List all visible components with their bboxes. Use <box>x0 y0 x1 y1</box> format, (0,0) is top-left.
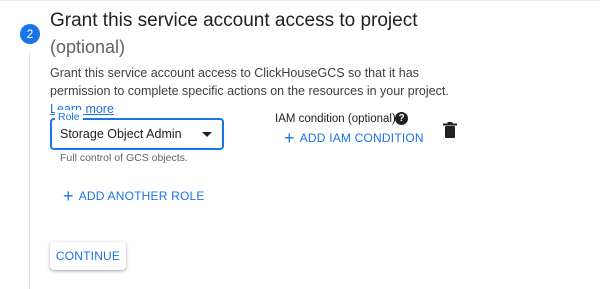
service-account-step-panel: 2 Grant this service account access to p… <box>0 0 600 289</box>
step-subtitle: (optional) <box>50 37 126 57</box>
step-connector-line <box>29 53 30 289</box>
role-select-value: Storage Object Admin <box>60 127 182 141</box>
iam-condition-label: IAM condition (optional) <box>275 113 396 125</box>
step-number-badge: 2 <box>20 24 40 44</box>
add-iam-condition-button[interactable]: + ADD IAM CONDITION <box>284 128 424 148</box>
step-description-text: Grant this service account access to Cli… <box>50 66 449 98</box>
role-field-label: Role <box>55 110 83 124</box>
plus-icon: + <box>63 186 74 206</box>
top-divider <box>0 0 600 1</box>
plus-icon: + <box>284 128 295 148</box>
add-another-role-button[interactable]: + ADD ANOTHER ROLE <box>63 186 205 206</box>
add-another-role-label: ADD ANOTHER ROLE <box>78 189 205 203</box>
step-description: Grant this service account access to Cli… <box>50 64 480 118</box>
continue-button[interactable]: CONTINUE <box>50 242 126 270</box>
add-iam-condition-label: ADD IAM CONDITION <box>299 131 424 145</box>
step-title: Grant this service account access to pro… <box>50 10 418 31</box>
role-helper-text: Full control of GCS objects. <box>60 152 188 164</box>
help-icon[interactable]: ? <box>395 112 408 125</box>
chevron-down-icon <box>202 132 212 137</box>
trash-icon[interactable] <box>443 122 457 138</box>
